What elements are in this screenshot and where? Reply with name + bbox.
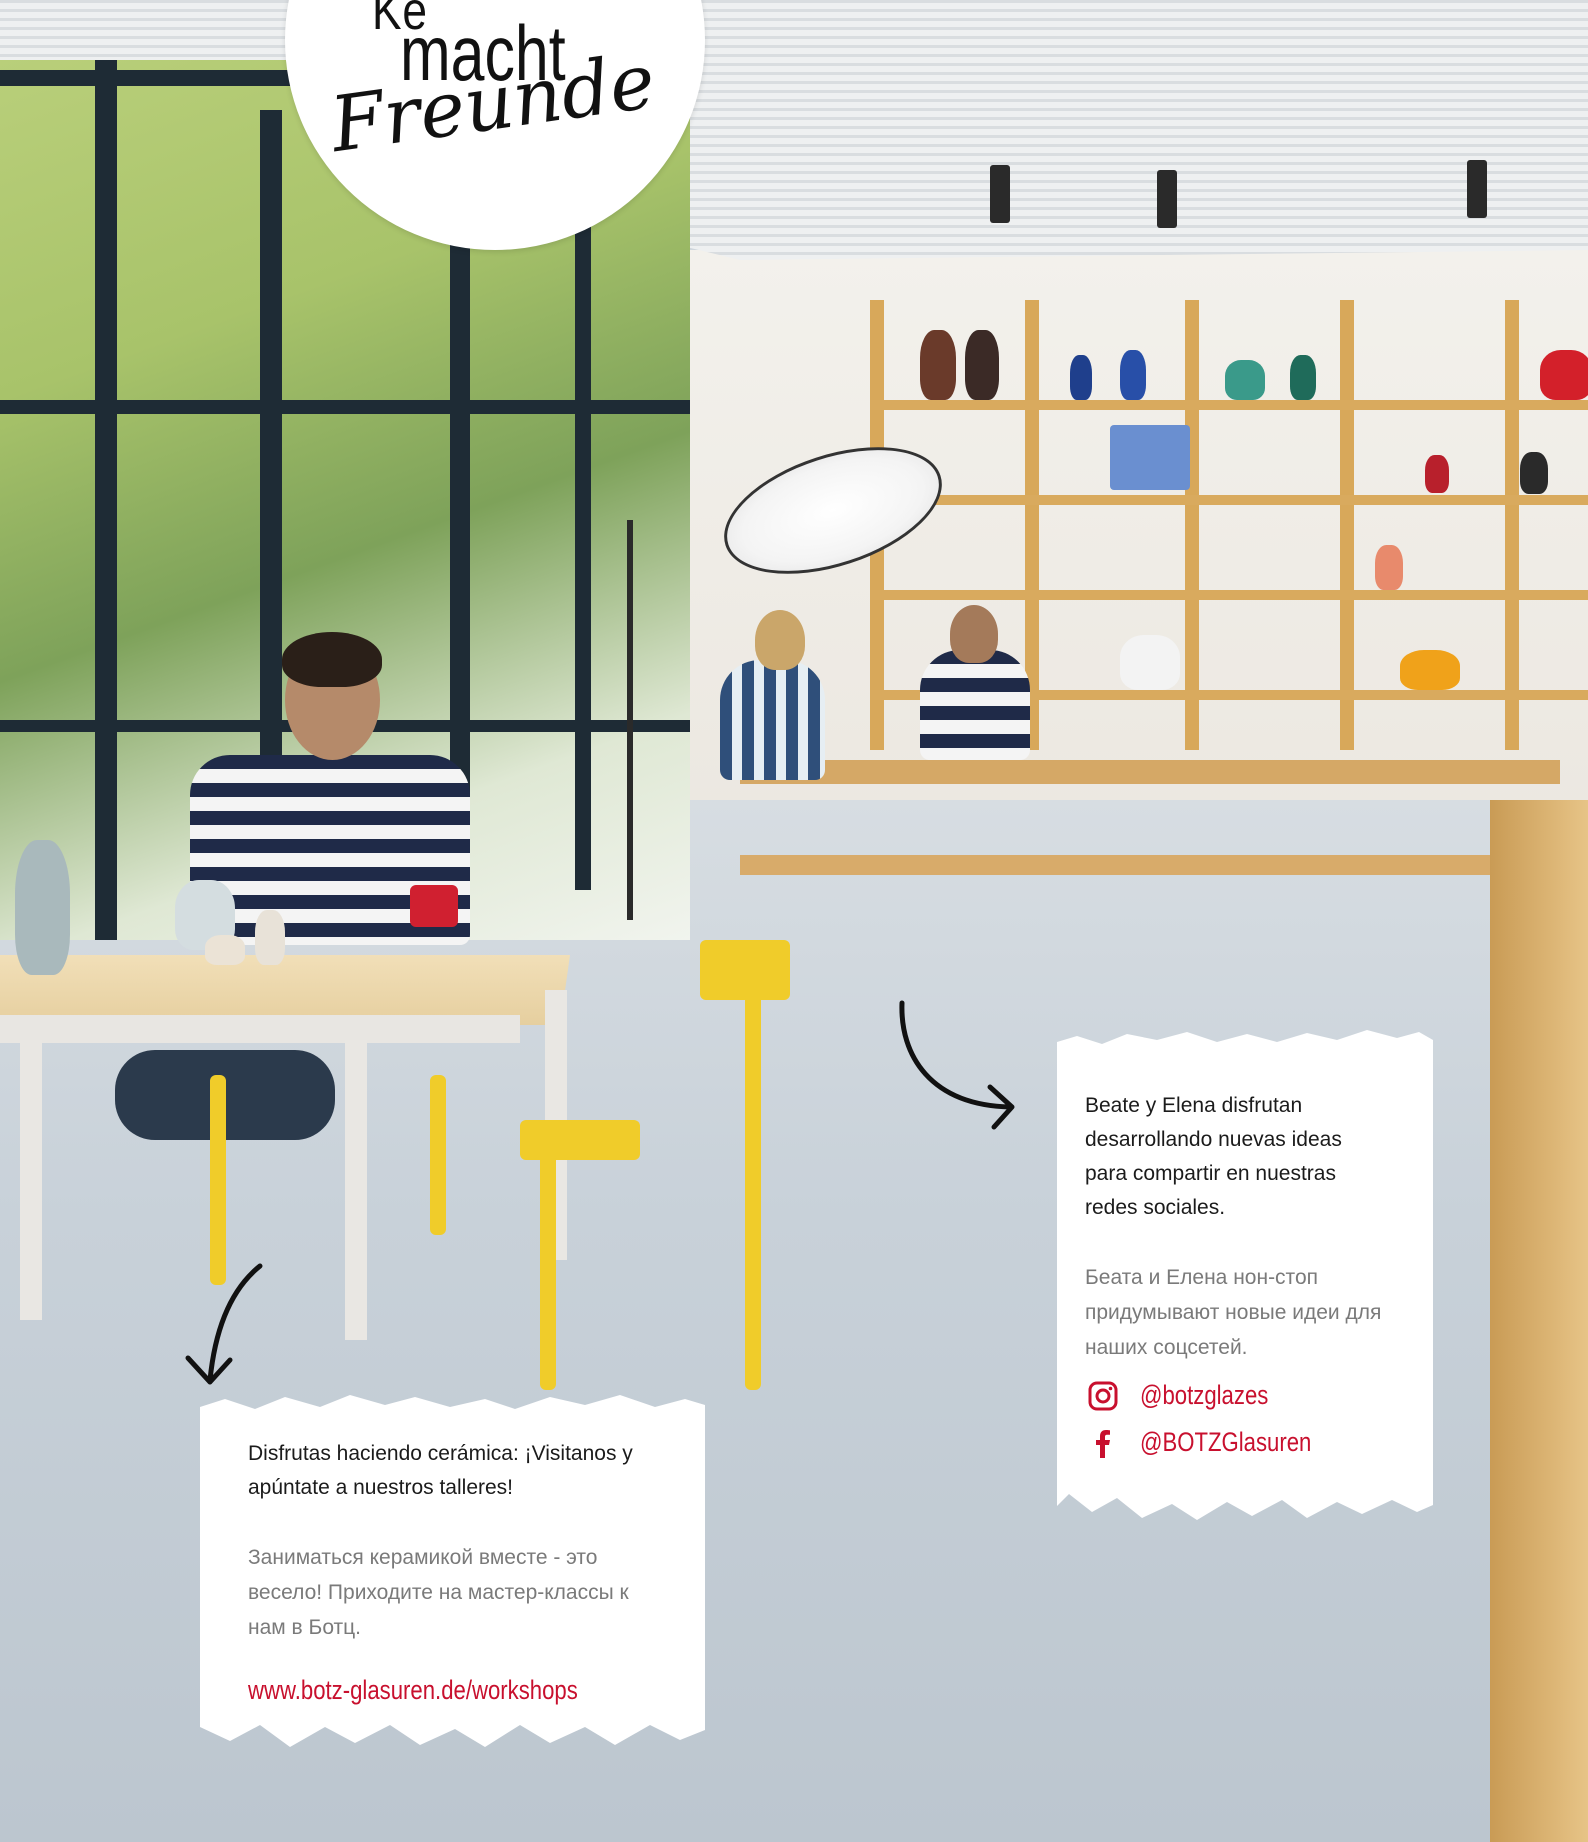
ceiling-spotlight	[1157, 170, 1177, 228]
person-beate-head	[755, 610, 805, 670]
person-beate	[720, 660, 825, 780]
facebook-handle[interactable]: @BOTZGlasuren	[1140, 1427, 1311, 1458]
facebook-link[interactable]: @BOTZGlasuren	[1088, 1427, 1349, 1458]
yellow-chair	[430, 1075, 446, 1235]
ceiling-spotlight	[990, 165, 1010, 223]
instagram-link[interactable]: @botzglazes	[1088, 1380, 1297, 1411]
window-mullion	[575, 210, 591, 890]
caption-social-ru: Беата и Елена нон-стоп придумывают новые…	[1085, 1266, 1382, 1359]
right-table	[1490, 800, 1588, 1842]
caption-social-es: Beate y Elena disfrutan desarrollando nu…	[1085, 1094, 1342, 1219]
yellow-chair	[745, 960, 761, 1390]
caption-workshops-ru: Заниматься керамикой вместе - это весело…	[248, 1546, 629, 1639]
ceramic-figure	[255, 910, 285, 965]
ceiling-spotlight	[1467, 160, 1487, 218]
person-elena	[920, 650, 1030, 760]
table-leg	[345, 1040, 367, 1340]
instagram-icon	[1088, 1381, 1118, 1411]
ceramic-figure	[205, 935, 245, 965]
yellow-chair	[210, 1075, 226, 1285]
instagram-handle[interactable]: @botzglazes	[1140, 1380, 1268, 1411]
back-table	[740, 760, 1560, 784]
person-elena-head	[950, 605, 998, 663]
person-front-hair	[282, 632, 382, 687]
lamp-stand	[627, 520, 633, 920]
arrow-to-left-card	[185, 1263, 263, 1385]
yellow-chair	[520, 1120, 640, 1160]
workshops-link[interactable]: www.botz-glasuren.de/workshops	[248, 1675, 578, 1706]
glaze-pot	[410, 885, 458, 927]
caption-workshops-es: Disfrutas haciendo cerámica: ¡Visitanos …	[248, 1442, 633, 1499]
window-mullion	[95, 60, 117, 940]
yellow-chair	[700, 940, 790, 1000]
yellow-chair	[540, 1150, 556, 1390]
table-leg	[20, 1040, 42, 1320]
facebook-icon	[1088, 1428, 1118, 1458]
window-mullion	[0, 400, 690, 414]
ceramic-vase	[15, 840, 70, 975]
bench	[740, 855, 1500, 875]
work-table-apron	[0, 1015, 520, 1043]
arrow-to-right-card	[899, 1000, 1015, 1130]
